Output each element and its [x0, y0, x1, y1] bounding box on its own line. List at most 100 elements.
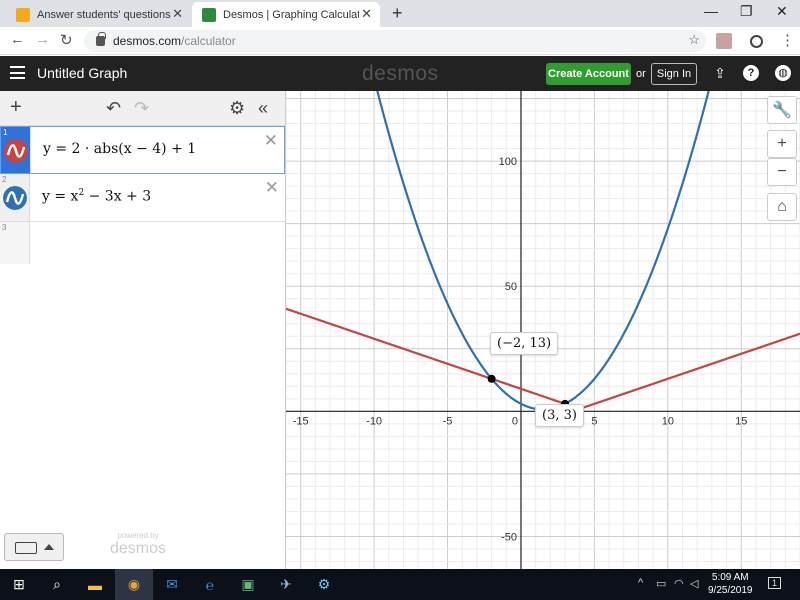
graph-canvas[interactable]: -15 -10 -5 0 5 10 1510050-50: [286, 91, 800, 569]
x-tick-label: 15: [735, 415, 747, 427]
expression-toolbar: + ↶ ↷ ⚙ «: [0, 91, 285, 126]
expression-gutter: 3: [0, 222, 30, 264]
keyboard-toggle-button[interactable]: [4, 533, 64, 561]
keyboard-icon: [15, 542, 37, 554]
settings-gear-icon[interactable]: ⚙: [229, 98, 245, 119]
tab-close-icon[interactable]: ✕: [172, 6, 183, 22]
expression-row-2[interactable]: 2 y = x2 − 3x + 3 ✕: [0, 174, 285, 222]
desmos-header: Untitled Graph desmos Create Account or …: [0, 56, 800, 91]
back-icon[interactable]: ←: [10, 31, 25, 48]
desmos-favicon-icon: [202, 7, 216, 22]
point-label[interactable]: (−2, 13): [490, 332, 559, 355]
y-tick-label: 100: [499, 156, 517, 168]
zoom-out-button[interactable]: −: [767, 158, 797, 186]
hamburger-menu-icon[interactable]: [10, 66, 25, 79]
language-globe-icon[interactable]: ◍: [775, 65, 791, 81]
sign-in-button[interactable]: Sign In: [651, 63, 697, 85]
expression-row-1[interactable]: 1 y = 2 · abs(x − 4) + 1 ✕: [0, 126, 285, 174]
expression-gutter: 1: [1, 127, 31, 173]
wifi-icon[interactable]: ◠: [674, 577, 684, 590]
powered-by-logo: desmos: [110, 540, 167, 557]
formula-part: − 3x + 3: [84, 188, 152, 205]
x-tick-label: -15: [293, 415, 309, 427]
create-account-button[interactable]: Create Account: [546, 63, 631, 85]
expression-index: 3: [2, 223, 7, 232]
powered-by-desmos: powered by desmos: [110, 531, 166, 558]
profile-icon[interactable]: [750, 35, 763, 48]
x-tick-label: 5: [591, 415, 597, 427]
tab-favicon-icon: [16, 7, 30, 22]
url-path: /calculator: [181, 34, 236, 48]
x-tick-label: 10: [662, 415, 674, 427]
address-bar: ← → ↻ desmos.com/calculator ☆ ⋮: [0, 27, 800, 55]
redo-icon[interactable]: ↷: [134, 98, 149, 119]
tab-answer-questions[interactable]: Answer students' questions and ✕: [6, 2, 191, 27]
y-tick-label: 50: [505, 281, 517, 293]
desmos-logo: desmos: [362, 62, 439, 85]
clock-time: 5:09 AM: [711, 572, 749, 583]
x-tick-label: 0: [512, 415, 518, 427]
system-clock[interactable]: 5:09 AM 9/25/2019: [708, 571, 753, 597]
expression-formula[interactable]: y = x2 − 3x + 3: [42, 188, 151, 205]
undo-icon[interactable]: ↶: [106, 98, 121, 119]
blue-graph-toggle-icon[interactable]: [3, 186, 27, 210]
bookmark-star-icon[interactable]: ☆: [688, 32, 700, 48]
windows-taskbar: ⊞ ⌕ ▬ ◉ ✉ ℮ ▣ ✈ ⚙ ^ ▭ ◠ ◁ 5:09 AM 9/25/2…: [0, 569, 800, 600]
lock-icon: [96, 32, 106, 46]
tab-desmos[interactable]: Desmos | Graphing Calculator ✕: [192, 2, 380, 27]
collapse-panel-icon[interactable]: «: [258, 98, 268, 119]
add-expression-icon[interactable]: +: [10, 96, 22, 119]
tab-label: Desmos | Graphing Calculator: [223, 8, 359, 21]
battery-icon: ▭: [656, 578, 667, 590]
intersection-point: [487, 374, 496, 383]
x-tick-label: -10: [366, 415, 382, 427]
clock-date: 9/25/2019: [708, 585, 753, 596]
forward-icon[interactable]: →: [35, 31, 50, 48]
delete-expression-icon[interactable]: ✕: [264, 131, 278, 151]
expression-index: 1: [3, 128, 8, 137]
app-icon[interactable]: ⚙: [305, 569, 343, 600]
minimize-icon[interactable]: —: [704, 3, 718, 19]
graph-paper[interactable]: -15 -10 -5 0 5 10 15 100 50 -50: [286, 91, 800, 569]
graph-title[interactable]: Untitled Graph: [37, 65, 127, 81]
tab-label: Answer students' questions and: [37, 8, 173, 21]
expression-gutter: 2: [0, 174, 30, 221]
outlook-icon[interactable]: ✉: [153, 569, 191, 600]
tray-chevron-icon[interactable]: ^: [638, 577, 643, 589]
graph-settings-wrench-button[interactable]: 🔧: [767, 96, 797, 124]
app-icon[interactable]: ✈: [267, 569, 305, 600]
menu-dots-icon[interactable]: ⋮: [780, 31, 795, 49]
delete-expression-icon[interactable]: ✕: [265, 178, 279, 198]
file-explorer-icon[interactable]: ▬: [76, 569, 114, 600]
y-tick-label: -50: [501, 531, 517, 543]
expression-formula[interactable]: y = 2 · abs(x − 4) + 1: [43, 141, 196, 157]
zoom-in-button[interactable]: +: [767, 130, 797, 158]
volume-icon[interactable]: ◁: [690, 577, 698, 590]
browser-tab-bar: Answer students' questions and ✕ Desmos …: [0, 0, 800, 27]
close-window-icon[interactable]: ✕: [776, 3, 788, 20]
edge-icon[interactable]: ℮: [191, 569, 229, 600]
point-label[interactable]: (3, 3): [535, 404, 584, 427]
formula-part: y = x: [42, 188, 79, 205]
share-icon[interactable]: ⇪: [712, 65, 728, 81]
store-icon[interactable]: ▣: [229, 569, 267, 600]
new-tab-button[interactable]: +: [392, 3, 403, 24]
windows-start-icon[interactable]: ⊞: [0, 569, 38, 600]
or-text: or: [636, 68, 646, 80]
expression-panel: + ↶ ↷ ⚙ « 1 y = 2 · abs(x − 4) + 1 ✕ 2 y…: [0, 91, 286, 569]
red-graph-toggle-icon[interactable]: [4, 139, 28, 163]
pdf-extension-icon[interactable]: [716, 33, 732, 49]
tab-close-icon[interactable]: ✕: [361, 6, 372, 22]
url-host: desmos.com: [113, 34, 182, 48]
search-icon[interactable]: ⌕: [38, 569, 76, 600]
restore-icon[interactable]: ❐: [740, 3, 753, 20]
chrome-icon[interactable]: ◉: [115, 569, 153, 600]
powered-by-text: powered by: [117, 531, 159, 540]
home-zoom-button[interactable]: ⌂: [767, 193, 797, 221]
notification-icon[interactable]: 1: [768, 577, 782, 589]
chevron-up-icon: [44, 544, 54, 550]
expression-row-3[interactable]: 3: [0, 222, 285, 264]
url-field[interactable]: desmos.com/calculator ☆: [84, 30, 706, 52]
reload-icon[interactable]: ↻: [60, 31, 73, 49]
help-icon[interactable]: ?: [743, 65, 759, 81]
